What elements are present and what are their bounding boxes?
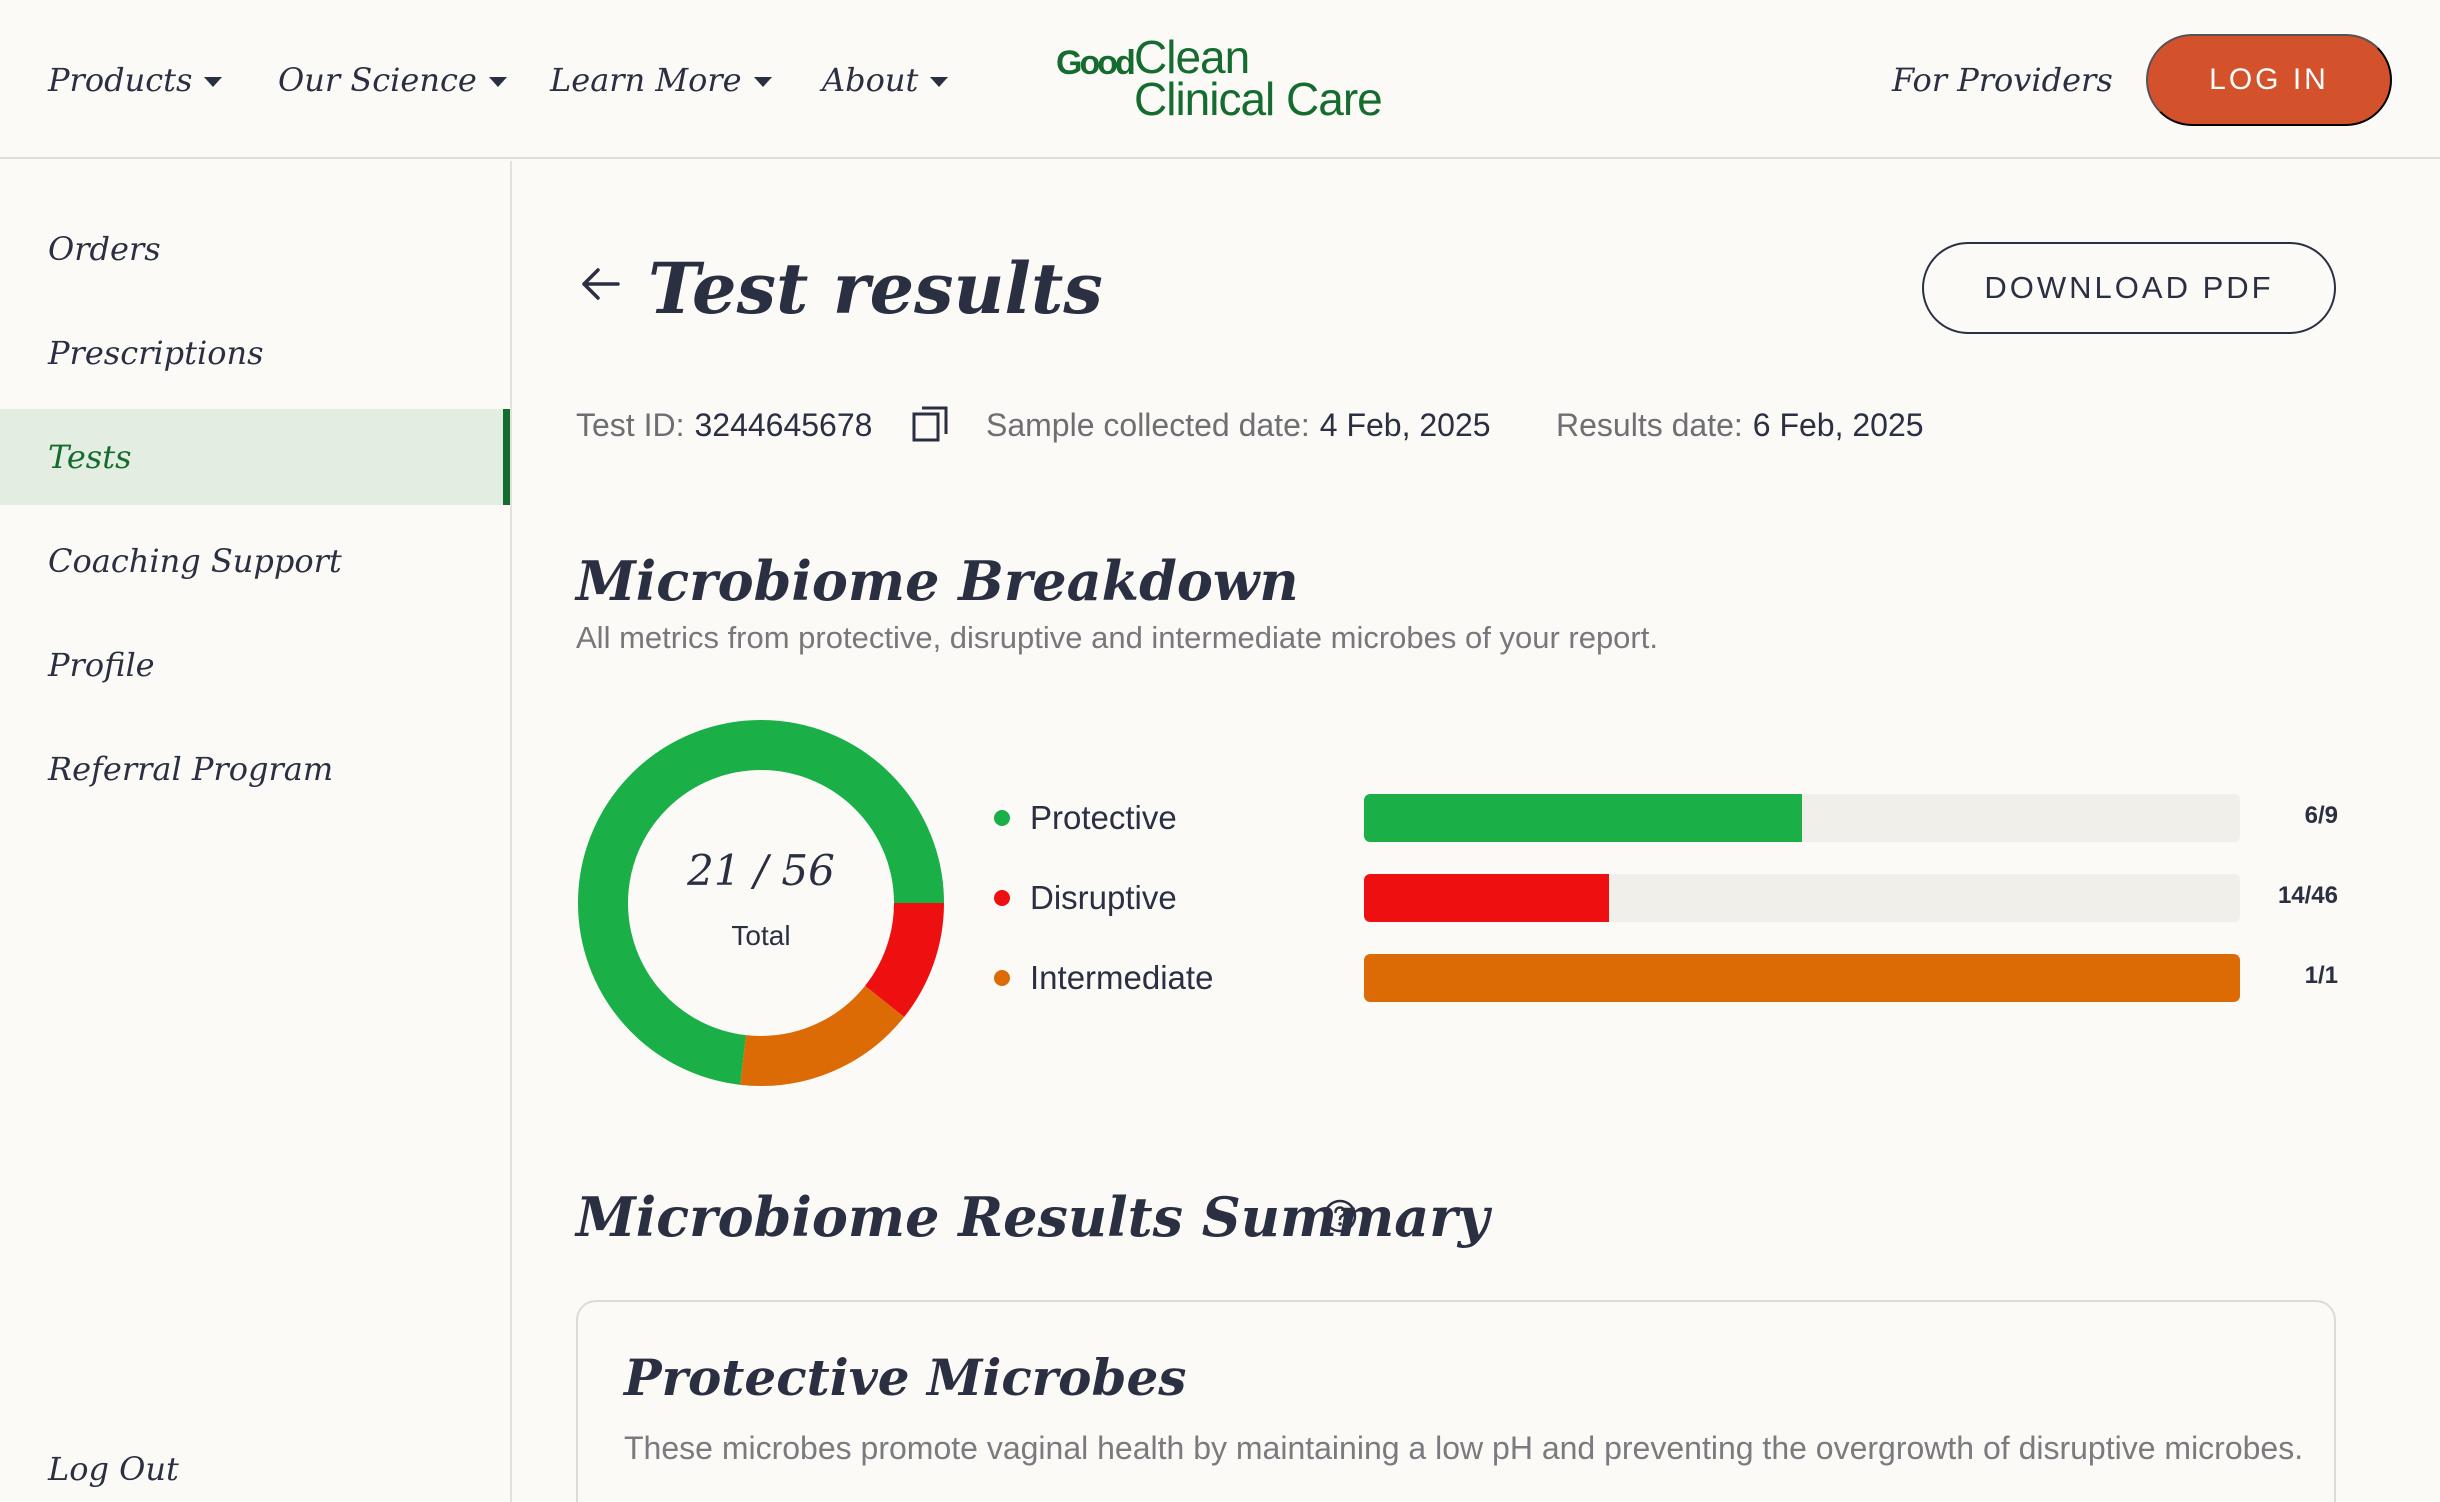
disruptive-bar-track: [1364, 874, 2240, 922]
legend-protective: Protective: [994, 793, 1177, 843]
page-title: Test results: [648, 247, 1103, 330]
nav-learn-more[interactable]: Learn More: [550, 0, 772, 159]
nav-products-label: Products: [48, 60, 193, 99]
sidebar-item-prescriptions[interactable]: Prescriptions: [0, 305, 510, 401]
intermediate-bar-fill: [1364, 954, 2240, 1002]
disruptive-bar-fill: [1364, 874, 1610, 922]
protective-ratio: 6/9: [2304, 802, 2338, 829]
top-header: Products Our Science Learn More About Go…: [0, 0, 2440, 159]
donut-total-label: Total: [731, 920, 791, 951]
results-date-meta: Results date: 6 Feb, 2025: [1556, 402, 1924, 448]
test-id-label: Test ID:: [576, 406, 685, 443]
intermediate-bar-track: [1364, 954, 2240, 1002]
nav-about-label: About: [822, 60, 919, 99]
chevron-down-icon: [753, 76, 772, 87]
test-id-value: 3244645678: [694, 406, 873, 443]
disruptive-ratio: 14/46: [2277, 882, 2338, 909]
breakdown-title: Microbiome Breakdown: [576, 549, 1299, 613]
donut-total-value: 21 / 56: [687, 846, 835, 895]
logo-line-2: Clinical Care: [1134, 73, 1383, 125]
nav-learn-more-label: Learn More: [550, 60, 742, 99]
card-description: These microbes promote vaginal health by…: [624, 1430, 2304, 1466]
sidebar-item-tests[interactable]: Tests: [0, 409, 510, 505]
nav-our-science-label: Our Science: [278, 60, 477, 99]
collected-date-value: 4 Feb, 2025: [1319, 406, 1491, 443]
nav-our-science[interactable]: Our Science: [278, 0, 507, 159]
test-id-meta: Test ID: 3244645678: [576, 402, 872, 448]
sidebar-item-profile[interactable]: Profile: [0, 617, 510, 713]
intermediate-dot-icon: [994, 970, 1010, 986]
account-sidebar: Orders Prescriptions Tests Coaching Supp…: [0, 161, 512, 1502]
collected-date-meta: Sample collected date: 4 Feb, 2025: [986, 402, 1491, 448]
brand-logo[interactable]: Good Clean Clinical Care: [1056, 34, 1396, 130]
for-providers-link[interactable]: For Providers: [1892, 0, 2113, 159]
breakdown-donut-chart: [578, 720, 944, 1086]
download-pdf-button[interactable]: DOWNLOAD PDF: [1922, 242, 2336, 334]
nav-about[interactable]: About: [822, 0, 949, 159]
collected-date-label: Sample collected date:: [986, 406, 1310, 443]
legend-protective-label: Protective: [1030, 799, 1177, 836]
protective-dot-icon: [994, 810, 1010, 826]
legend-intermediate-label: Intermediate: [1030, 959, 1214, 996]
results-date-value: 6 Feb, 2025: [1752, 406, 1924, 443]
protective-bar-track: [1364, 794, 2240, 842]
sidebar-item-coaching-support[interactable]: Coaching Support: [0, 513, 510, 609]
legend-disruptive-label: Disruptive: [1030, 879, 1177, 916]
nav-products[interactable]: Products: [48, 0, 223, 159]
intermediate-ratio: 1/1: [2304, 962, 2338, 989]
back-arrow-icon[interactable]: [578, 262, 622, 306]
chevron-down-icon: [488, 76, 507, 87]
sidebar-item-referral-program[interactable]: Referral Program: [0, 721, 510, 817]
chevron-down-icon: [930, 76, 949, 87]
logo-wordmark-good: Good: [1056, 44, 1136, 82]
chevron-down-icon: [204, 76, 223, 87]
copy-icon[interactable]: [910, 404, 950, 444]
legend-intermediate: Intermediate: [994, 953, 1213, 1003]
protective-microbes-card: Protective Microbes These microbes promo…: [576, 1300, 2336, 1502]
disruptive-dot-icon: [994, 890, 1010, 906]
login-button[interactable]: LOG IN: [2146, 34, 2392, 126]
results-date-label: Results date:: [1556, 406, 1743, 443]
logout-link[interactable]: Log Out: [0, 1421, 510, 1502]
sidebar-item-orders[interactable]: Orders: [0, 201, 510, 297]
card-title: Protective Microbes: [624, 1348, 1187, 1407]
protective-bar-fill: [1364, 794, 1802, 842]
breakdown-subtitle: All metrics from protective, disruptive …: [576, 620, 1658, 655]
help-icon[interactable]: [1322, 1198, 1358, 1234]
legend-disruptive: Disruptive: [994, 873, 1177, 923]
